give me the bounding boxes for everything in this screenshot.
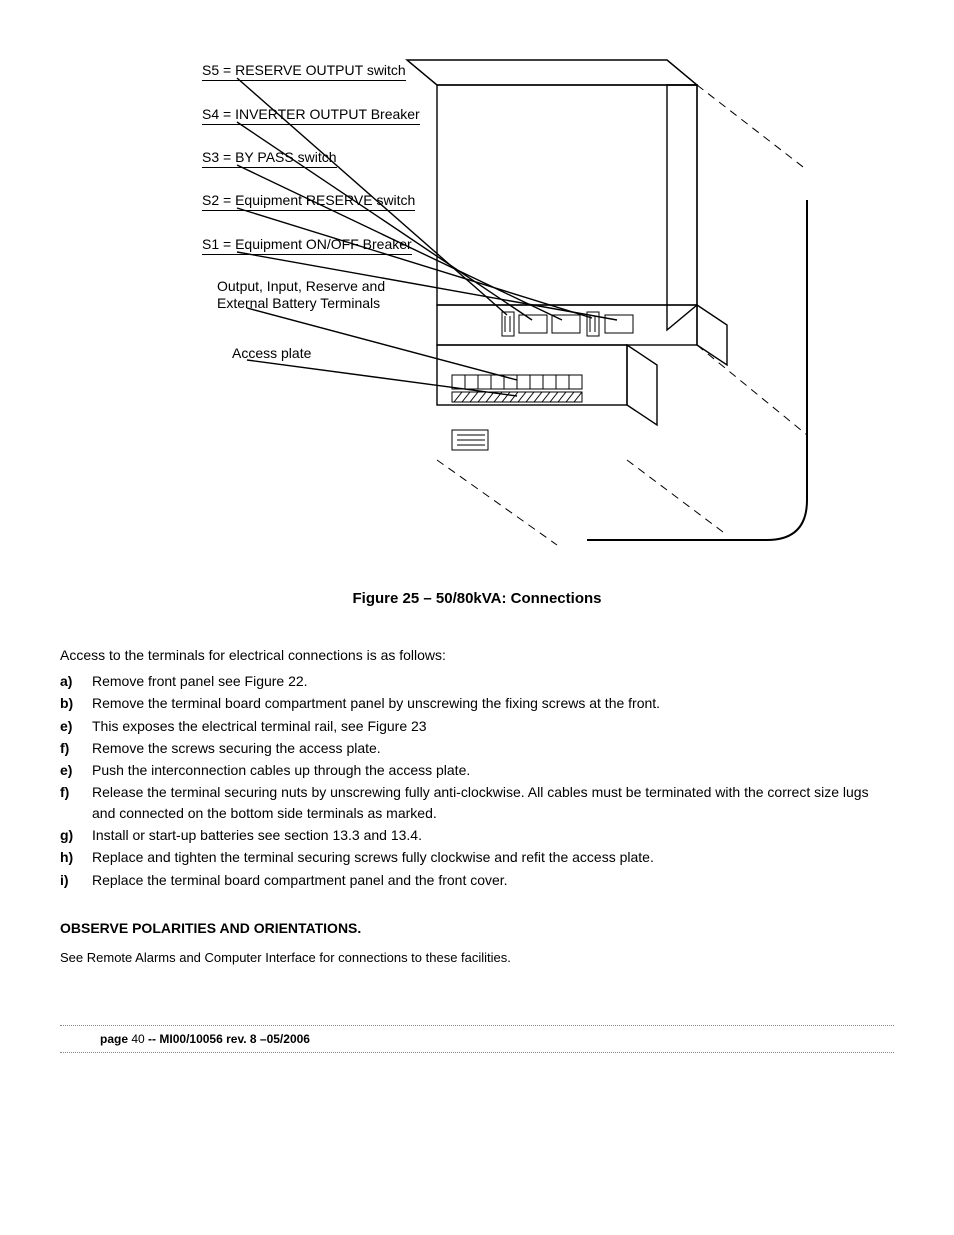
intro-text: Access to the terminals for electrical c… <box>60 647 894 663</box>
step-text: Install or start-up batteries see sectio… <box>92 825 894 845</box>
step-text: Replace and tighten the terminal securin… <box>92 847 894 867</box>
step-item: h)Replace and tighten the terminal secur… <box>60 847 894 867</box>
step-text: Remove the screws securing the access pl… <box>92 738 894 758</box>
step-letter: a) <box>60 671 92 691</box>
label-s3: S3 = BY PASS switch <box>202 149 337 168</box>
label-s2: S2 = Equipment RESERVE switch <box>202 192 415 211</box>
footer-page-word: page <box>100 1032 128 1046</box>
step-item: i)Replace the terminal board compartment… <box>60 870 894 890</box>
step-letter: e) <box>60 716 92 736</box>
step-item: a)Remove front panel see Figure 22. <box>60 671 894 691</box>
figure-caption: Figure 25 – 50/80kVA: Connections <box>60 590 894 607</box>
steps-list: a)Remove front panel see Figure 22. b)Re… <box>60 671 894 890</box>
step-item: e)This exposes the electrical terminal r… <box>60 716 894 736</box>
observe-text: See Remote Alarms and Computer Interface… <box>60 950 894 965</box>
step-item: g)Install or start-up batteries see sect… <box>60 825 894 845</box>
step-text: Remove the terminal board compartment pa… <box>92 693 894 713</box>
label-access-plate: Access plate <box>232 345 311 362</box>
step-letter: f) <box>60 782 92 823</box>
page-footer: page 40 -- MI00/10056 rev. 8 –05/2006 <box>60 1026 894 1053</box>
step-letter: h) <box>60 847 92 867</box>
step-text: Replace the terminal board compartment p… <box>92 870 894 890</box>
footer-sep: -- <box>145 1032 160 1046</box>
step-letter: f) <box>60 738 92 758</box>
footer-page-num: 40 <box>131 1032 144 1046</box>
step-letter: g) <box>60 825 92 845</box>
step-text: Push the interconnection cables up throu… <box>92 760 894 780</box>
step-text: Release the terminal securing nuts by un… <box>92 782 894 823</box>
step-text: Remove front panel see Figure 22. <box>92 671 894 691</box>
step-item: b)Remove the terminal board compartment … <box>60 693 894 713</box>
step-letter: b) <box>60 693 92 713</box>
step-item: f)Release the terminal securing nuts by … <box>60 782 894 823</box>
footer-doc: MI00/10056 rev. 8 –05/2006 <box>159 1032 310 1046</box>
label-s4: S4 = INVERTER OUTPUT Breaker <box>202 106 420 125</box>
observe-title: OBSERVE POLARITIES AND ORIENTATIONS. <box>60 920 894 936</box>
label-s5: S5 = RESERVE OUTPUT switch <box>202 62 406 81</box>
step-letter: e) <box>60 760 92 780</box>
step-letter: i) <box>60 870 92 890</box>
step-item: f)Remove the screws securing the access … <box>60 738 894 758</box>
step-text: This exposes the electrical terminal rai… <box>92 716 894 736</box>
step-item: e)Push the interconnection cables up thr… <box>60 760 894 780</box>
label-s1: S1 = Equipment ON/OFF Breaker <box>202 236 412 255</box>
label-terminals: Output, Input, Reserve and External Batt… <box>217 278 417 312</box>
figure-diagram: S5 = RESERVE OUTPUT switch S4 = INVERTER… <box>107 40 847 560</box>
